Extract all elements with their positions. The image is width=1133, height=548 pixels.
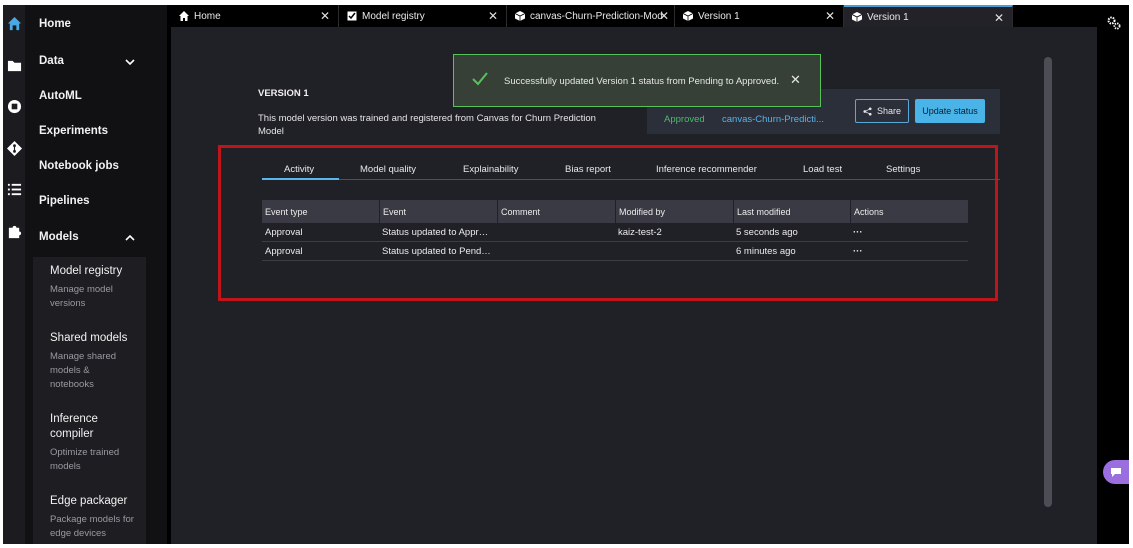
tab-model-registry[interactable]: Model registry ✕ [339,5,507,27]
table-row: Approval Status updated to Pend… 6 minut… [262,242,968,261]
main-scrollbar[interactable] [1044,57,1052,507]
folder-icon[interactable] [5,56,23,74]
tab-version-1[interactable]: Version 1 ✕ [675,5,844,27]
model-group-link[interactable]: canvas-Churn-Predicti... [722,114,824,125]
success-toast: Successfully updated Version 1 status fr… [453,54,821,107]
share-icon [863,106,872,116]
sidebar-item-automl[interactable]: AutoML [39,90,82,102]
sidebar-item-models[interactable]: Models [39,231,79,243]
close-icon[interactable]: ✕ [825,9,835,23]
chevron-up-icon[interactable] [125,233,135,243]
list-icon[interactable] [5,180,23,198]
table-cell [497,242,615,261]
more-actions-icon[interactable]: ··· [850,242,968,261]
tab-activity[interactable]: Activity [284,164,314,175]
tab-version-1-active[interactable]: Version 1 ✕ [844,5,1013,27]
home-icon [179,11,189,21]
submenu-shared-models-desc: Manage shared models & notebooks [50,351,117,390]
page-description: This model version was trained and regis… [258,113,596,137]
tab-bar: Home ✕ Model registry ✕ canvas-Churn-Pre… [171,5,1097,27]
tab-label: canvas-Churn-Prediction-Mod [530,10,663,22]
column-header[interactable]: Event type [262,200,379,223]
page-title: VERSION 1 [258,88,309,99]
submenu-edge-packager[interactable]: Edge packager [50,494,140,509]
sidebar-item-data[interactable]: Data [39,55,64,67]
chevron-down-icon[interactable] [125,57,135,67]
tab-label: Version 1 [698,10,740,22]
share-label: Share [876,106,902,116]
activity-table: Event type Event Comment Modified by Las… [262,200,968,261]
tab-explainability[interactable]: Explainability [463,164,518,175]
column-header[interactable]: Last modified [733,200,850,223]
app-frame: Home Data AutoML Experiments Notebook jo… [3,5,1129,544]
table-cell: Status updated to Appr… [382,227,489,238]
checkbox-icon [347,11,357,21]
tab-canvas-model[interactable]: canvas-Churn-Prediction-Mod ✕ [507,5,675,27]
table-cell: Approval [265,246,303,257]
sidebar-item-home[interactable]: Home [39,18,71,30]
table-cell: 6 minutes ago [736,246,796,257]
sidebar-item-experiments[interactable]: Experiments [39,125,108,137]
git-icon[interactable] [5,139,23,157]
check-icon [472,72,488,86]
sidebar: Home Data AutoML Experiments Notebook jo… [25,5,185,544]
close-icon[interactable]: ✕ [488,9,498,23]
tab-inference-recommender[interactable]: Inference recommender [656,164,757,175]
package-icon [515,11,525,21]
tab-bias-report[interactable]: Bias report [565,164,611,175]
close-icon[interactable]: ✕ [320,9,330,23]
more-actions-icon[interactable]: ··· [850,223,968,242]
sidebar-item-notebook-jobs[interactable]: Notebook jobs [39,160,119,172]
submenu-inference-compiler-desc: Optimize trained models [50,447,120,472]
chat-icon[interactable] [1103,460,1129,484]
column-header[interactable]: Comment [497,200,615,223]
table-cell: Approval [265,227,303,238]
submenu-shared-models[interactable]: Shared models [50,331,140,346]
table-cell: Status updated to Pend… [382,246,491,257]
close-icon[interactable]: ✕ [659,9,669,23]
submenu-edge-packager-desc: Package models for edge devices [50,514,134,539]
table-row: Approval Status updated to Appr… kaiz-te… [262,223,968,242]
column-header[interactable]: Actions [850,200,968,223]
package-icon [683,11,693,21]
tab-model-quality[interactable]: Model quality [360,164,416,175]
home-icon[interactable] [5,14,23,32]
tab-load-test[interactable]: Load test [803,164,842,175]
table-cell [615,242,733,261]
main-content: VERSION 1 This model version was trained… [171,27,1097,544]
tab-label: Home [194,10,221,22]
tab-settings[interactable]: Settings [886,164,920,175]
submenu-model-registry[interactable]: Model registry [50,264,140,279]
update-status-button[interactable]: Update status [915,99,985,123]
tab-label: Model registry [362,10,425,22]
share-button[interactable]: Share [855,99,909,123]
column-header[interactable]: Event [379,200,497,223]
settings-gears-icon[interactable] [1107,16,1121,30]
active-tab-indicator [262,178,339,180]
submenu-model-registry-desc: Manage model versions [50,284,113,309]
table-cell [497,223,615,242]
table-cell: 5 seconds ago [736,227,798,238]
detail-tabs: Activity Model quality Explainability Bi… [262,155,1000,180]
icon-rail [3,5,25,544]
submenu-inference-compiler[interactable]: Inference compiler [50,412,140,442]
status-badge: Approved [664,114,705,125]
circle-stop-icon[interactable] [5,97,23,115]
tab-label: Version 1 [867,11,909,23]
column-header[interactable]: Modified by [615,200,733,223]
package-icon [852,12,862,22]
close-icon[interactable]: ✕ [790,72,801,88]
table-header: Event type Event Comment Modified by Las… [262,200,968,223]
puzzle-icon[interactable] [5,222,23,240]
close-icon[interactable]: ✕ [994,11,1004,25]
sidebar-item-pipelines[interactable]: Pipelines [39,195,90,207]
tab-home[interactable]: Home ✕ [171,5,339,27]
toast-message: Successfully updated Version 1 status fr… [504,76,780,87]
table-cell: kaiz-test-2 [618,227,662,238]
